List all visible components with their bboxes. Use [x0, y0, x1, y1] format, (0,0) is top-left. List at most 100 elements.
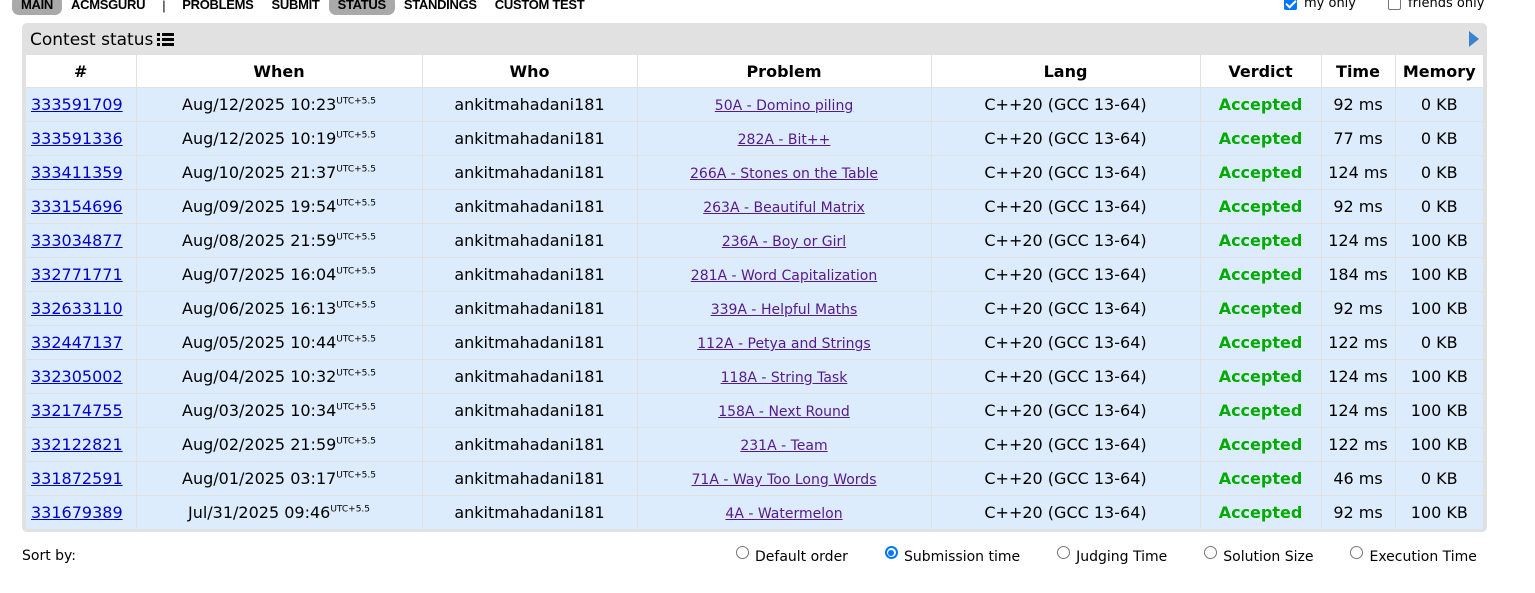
- submission-id-link[interactable]: 333411359: [31, 163, 123, 182]
- friends-only-label[interactable]: friends only: [1408, 0, 1484, 11]
- when-text: Aug/12/2025 10:23: [182, 95, 337, 114]
- who-cell: ankitmahadani181: [421, 427, 637, 462]
- sort-solution-size-label[interactable]: Solution Size: [1223, 549, 1313, 565]
- nav-item-standings[interactable]: STANDINGS: [395, 0, 486, 15]
- who-cell: ankitmahadani181: [421, 257, 637, 292]
- nav-item-submit[interactable]: SUBMIT: [263, 0, 329, 15]
- when-cell: Aug/10/2025 21:37UTC+5.5: [135, 155, 422, 190]
- submission-id-cell: 333034877: [26, 223, 136, 258]
- time-cell: 122 ms: [1320, 427, 1395, 462]
- list-icon: [157, 33, 175, 47]
- problem-link[interactable]: 50A - Domino piling: [715, 98, 853, 114]
- my-only-label[interactable]: my only: [1304, 0, 1356, 11]
- header-when: When: [135, 55, 422, 88]
- table-row: 332305002 Aug/04/2025 10:32UTC+5.5 ankitma…: [26, 359, 1483, 394]
- problem-link[interactable]: 236A - Boy or Girl: [722, 234, 846, 250]
- time-cell: 92 ms: [1320, 189, 1395, 224]
- submission-id-link[interactable]: 333591709: [31, 95, 123, 114]
- my-only-checkbox[interactable]: [1284, 0, 1297, 10]
- submission-id-link[interactable]: 332305002: [31, 367, 123, 386]
- sort-solution-size-radio[interactable]: [1204, 546, 1218, 559]
- problem-link[interactable]: 266A - Stones on the Table: [690, 166, 878, 182]
- submission-id-cell: 333411359: [26, 155, 136, 190]
- lang-cell: C++20 (GCC 13-64): [930, 359, 1200, 394]
- submission-id-link[interactable]: 333154696: [31, 197, 123, 216]
- nav-item-custom-test[interactable]: CUSTOM TEST: [486, 0, 594, 15]
- sort-submission-time-radio[interactable]: [884, 546, 898, 559]
- lang-cell: C++20 (GCC 13-64): [930, 291, 1200, 326]
- problem-link[interactable]: 118A - String Task: [721, 370, 848, 386]
- problem-link[interactable]: 4A - Watermelon: [725, 506, 842, 522]
- timezone-suffix: UTC+5.5: [336, 470, 376, 481]
- lang-cell: C++20 (GCC 13-64): [930, 325, 1200, 360]
- submission-id-link[interactable]: 332771771: [31, 265, 123, 284]
- submission-id-link[interactable]: 333591336: [31, 129, 123, 148]
- time-cell: 124 ms: [1320, 223, 1395, 258]
- time-cell: 124 ms: [1320, 155, 1395, 190]
- submission-id-cell: 332122821: [26, 427, 136, 462]
- timezone-suffix: UTC+5.5: [336, 96, 376, 107]
- submission-id-link[interactable]: 332447137: [31, 333, 123, 352]
- submission-id-link[interactable]: 331872591: [31, 469, 123, 488]
- sort-judging-time-radio[interactable]: [1057, 546, 1071, 559]
- play-icon[interactable]: [1469, 31, 1479, 47]
- who-cell: ankitmahadani181: [421, 495, 637, 529]
- timezone-suffix: UTC+5.5: [336, 402, 376, 413]
- memory-cell: 0 KB: [1394, 121, 1483, 156]
- table-row: 331872591 Aug/01/2025 03:17UTC+5.5 ankitma…: [26, 461, 1483, 496]
- timezone-suffix: UTC+5.5: [336, 164, 376, 175]
- submission-id-link[interactable]: 333034877: [31, 231, 123, 250]
- who-cell: ankitmahadani181: [421, 155, 637, 190]
- submission-id-link[interactable]: 332174755: [31, 401, 123, 420]
- sort-execution-time-radio[interactable]: [1350, 546, 1364, 559]
- problem-link[interactable]: 263A - Beautiful Matrix: [703, 200, 865, 216]
- problem-link[interactable]: 281A - Word Capitalization: [691, 268, 877, 284]
- memory-cell: 100 KB: [1394, 291, 1483, 326]
- when-text: Aug/05/2025 10:44: [182, 333, 337, 352]
- sort-execution-time-label[interactable]: Execution Time: [1369, 549, 1476, 565]
- verdict-cell: Accepted: [1199, 121, 1321, 156]
- time-cell: 92 ms: [1320, 291, 1395, 326]
- nav-item-status[interactable]: STATUS: [328, 0, 395, 15]
- timezone-suffix: UTC+5.5: [336, 368, 376, 379]
- timezone-suffix: UTC+5.5: [336, 334, 376, 345]
- submission-id-link[interactable]: 332633110: [31, 299, 123, 318]
- who-cell: ankitmahadani181: [421, 359, 637, 394]
- problem-cell: 281A - Word Capitalization: [636, 257, 931, 292]
- when-cell: Aug/06/2025 16:13UTC+5.5: [135, 291, 422, 326]
- who-cell: ankitmahadani181: [421, 121, 637, 156]
- nav-item-main[interactable]: MAIN: [12, 0, 63, 15]
- problem-cell: 112A - Petya and Strings: [636, 325, 931, 360]
- problem-cell: 4A - Watermelon: [636, 495, 931, 529]
- friends-only-checkbox[interactable]: [1388, 0, 1401, 10]
- nav-item-acmsguru[interactable]: ACMSGURU: [62, 0, 154, 15]
- sort-default-label[interactable]: Default order: [755, 549, 848, 565]
- problem-cell: 71A - Way Too Long Words: [636, 461, 931, 496]
- sort-judging-time-label[interactable]: Judging Time: [1076, 549, 1167, 565]
- memory-cell: 100 KB: [1394, 393, 1483, 428]
- table-row: 332633110 Aug/06/2025 16:13UTC+5.5 ankitma…: [26, 291, 1483, 326]
- memory-cell: 0 KB: [1394, 461, 1483, 496]
- sort-default-radio[interactable]: [736, 546, 749, 559]
- time-cell: 124 ms: [1320, 393, 1395, 428]
- when-text: Jul/31/2025 09:46: [187, 503, 331, 522]
- problem-link[interactable]: 112A - Petya and Strings: [697, 336, 870, 352]
- submission-id-link[interactable]: 331679389: [31, 503, 123, 522]
- when-cell: Aug/07/2025 16:04UTC+5.5: [135, 257, 422, 292]
- problem-cell: 282A - Bit++: [636, 121, 931, 156]
- memory-cell: 100 KB: [1394, 495, 1483, 529]
- sort-submission-time-label[interactable]: Submission time: [904, 549, 1020, 565]
- panel-title: Contest status: [30, 30, 175, 50]
- problem-link[interactable]: 339A - Helpful Maths: [711, 302, 858, 318]
- problem-link[interactable]: 282A - Bit++: [738, 132, 831, 148]
- problem-link[interactable]: 71A - Way Too Long Words: [692, 472, 877, 488]
- verdict-cell: Accepted: [1199, 359, 1321, 394]
- memory-cell: 100 KB: [1394, 427, 1483, 462]
- time-cell: 122 ms: [1320, 325, 1395, 360]
- problem-link[interactable]: 231A - Team: [740, 438, 827, 454]
- problem-link[interactable]: 158A - Next Round: [718, 404, 850, 420]
- verdict-cell: Accepted: [1199, 87, 1321, 122]
- nav-item-problems[interactable]: PROBLEMS: [173, 0, 262, 15]
- who-cell: ankitmahadani181: [421, 223, 637, 258]
- submission-id-link[interactable]: 332122821: [31, 435, 123, 454]
